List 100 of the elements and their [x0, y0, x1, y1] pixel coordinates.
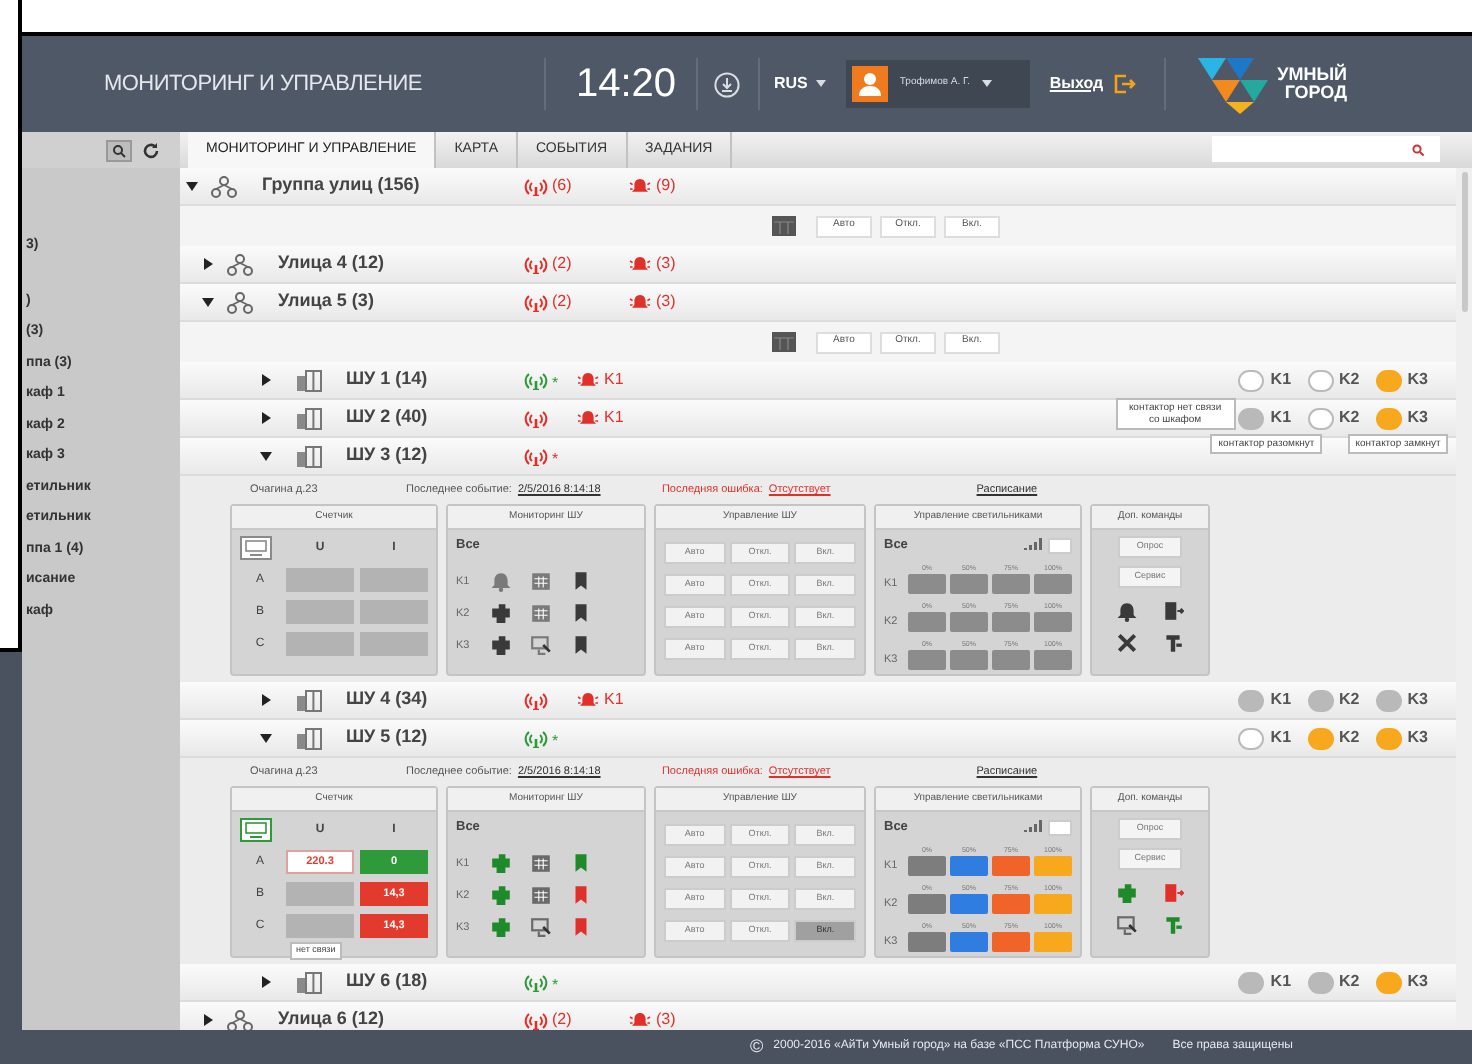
cabinet-icon: [296, 407, 322, 429]
refresh-button[interactable]: [138, 139, 164, 161]
level-button[interactable]: [1034, 573, 1072, 594]
level-button[interactable]: [992, 573, 1030, 594]
level-button[interactable]: [908, 649, 946, 670]
hierarchy-icon: [226, 253, 254, 275]
language-selector[interactable]: RUS: [774, 72, 826, 96]
expand-arrow-icon[interactable]: [260, 412, 272, 424]
contactor-label: K1: [1270, 368, 1292, 392]
node-label[interactable]: ШУ 4 (34): [346, 686, 428, 714]
level-button[interactable]: [1034, 649, 1072, 670]
contactor-label: K3: [1407, 368, 1428, 392]
cabinet-icon: [296, 971, 322, 993]
alarm-bell-icon: [628, 292, 652, 312]
expand-arrow-icon[interactable]: [202, 296, 214, 308]
signal-icon: [1022, 820, 1042, 835]
node-label[interactable]: Улица 6 (12): [278, 1006, 384, 1030]
link-count: (2): [552, 290, 572, 314]
level-button[interactable]: [992, 931, 1030, 952]
clock: 14:20: [576, 60, 679, 110]
contactor-label: K1: [1270, 970, 1292, 994]
cabinet-icon: [296, 445, 322, 467]
search-field[interactable]: [1212, 136, 1440, 162]
search-icon: [112, 143, 126, 157]
level-button[interactable]: [1034, 855, 1072, 876]
level-button[interactable]: [992, 649, 1030, 670]
node-label[interactable]: ШУ 6 (18): [346, 968, 428, 996]
level-button[interactable]: [950, 611, 988, 632]
level-button[interactable]: [950, 855, 988, 876]
level-button[interactable]: [1034, 931, 1072, 952]
level-button[interactable]: [908, 931, 946, 952]
node-label[interactable]: Группа улиц (156): [262, 172, 420, 200]
calendar-icon: [772, 332, 796, 352]
page-title: МОНИТОРИНГ И УПРАВЛЕНИЕ: [104, 69, 424, 100]
node-label[interactable]: Улица 5 (3): [278, 288, 374, 316]
expand-arrow-icon[interactable]: [260, 450, 272, 462]
level-button[interactable]: [908, 611, 946, 632]
node-label[interactable]: ШУ 1 (14): [346, 366, 428, 394]
hierarchy-icon: [210, 175, 238, 197]
level-button[interactable]: [950, 893, 988, 914]
level-field[interactable]: [1048, 537, 1072, 554]
hierarchy-icon: [226, 291, 254, 313]
expand-arrow-icon[interactable]: [260, 976, 272, 988]
node-label[interactable]: ШУ 2 (40): [346, 404, 428, 432]
signal-icon: [1022, 538, 1042, 553]
alarm-count: K1: [604, 688, 624, 712]
cabinet-icon: [296, 689, 322, 711]
expand-arrow-icon[interactable]: [202, 1014, 214, 1026]
cabinet-icon: [296, 369, 322, 391]
contactor-label: K3: [1407, 970, 1428, 994]
link-count: *: [552, 447, 559, 471]
expand-arrow-icon[interactable]: [260, 732, 272, 744]
link-count: *: [552, 973, 559, 997]
level-button[interactable]: [992, 893, 1030, 914]
level-button[interactable]: [992, 855, 1030, 876]
alarm-count: (9): [656, 174, 676, 198]
level-button[interactable]: [1034, 611, 1072, 632]
search-icon: [1412, 143, 1424, 155]
logo-text: УМНЫЙ: [1277, 66, 1347, 84]
expand-arrow-icon[interactable]: [186, 180, 198, 192]
alarm-bell-icon: [576, 690, 600, 710]
alarm-bell-icon: [576, 370, 600, 390]
logo-text: ГОРОД: [1282, 84, 1347, 102]
contactor-label: K1: [1270, 688, 1292, 712]
link-count: *: [552, 729, 559, 753]
contactor-label: K3: [1407, 726, 1428, 750]
contactor-label: K2: [1339, 726, 1360, 750]
contactor-label: K3: [1407, 406, 1428, 430]
alarm-count: K1: [604, 368, 624, 392]
level-button[interactable]: [908, 855, 946, 876]
expand-arrow-icon[interactable]: [260, 694, 272, 706]
logout-link[interactable]: Выход: [1049, 72, 1104, 96]
copyright-sign: ©: [750, 1033, 764, 1060]
level-button[interactable]: [950, 649, 988, 670]
exit-icon: [1113, 74, 1136, 94]
level-button[interactable]: [908, 893, 946, 914]
level-button[interactable]: [992, 611, 1030, 632]
link-count: (2): [552, 1008, 572, 1030]
alarm-count: (3): [656, 1008, 676, 1030]
contactor-label: K1: [1270, 726, 1292, 750]
level-button[interactable]: [908, 573, 946, 594]
expand-arrow-icon[interactable]: [260, 374, 272, 386]
caret-icon: [982, 80, 992, 88]
calendar-icon: [772, 216, 796, 236]
search-button[interactable]: [106, 139, 132, 161]
node-label[interactable]: Улица 4 (12): [278, 250, 384, 278]
level-button[interactable]: [950, 931, 988, 952]
expand-arrow-icon[interactable]: [202, 258, 214, 270]
node-label[interactable]: ШУ 5 (12): [346, 724, 428, 752]
node-label[interactable]: ШУ 3 (12): [346, 442, 428, 470]
contactor-label: K3: [1407, 688, 1428, 712]
level-button[interactable]: [950, 573, 988, 594]
contactor-label: K2: [1339, 970, 1360, 994]
refresh-icon: [142, 141, 160, 159]
alarm-bell-icon: [576, 408, 600, 428]
alarm-bell-icon: [628, 254, 652, 274]
cabinet-icon: [296, 727, 322, 749]
level-field[interactable]: [1048, 819, 1072, 836]
level-button[interactable]: [1034, 893, 1072, 914]
alarm-count: (3): [656, 290, 676, 314]
